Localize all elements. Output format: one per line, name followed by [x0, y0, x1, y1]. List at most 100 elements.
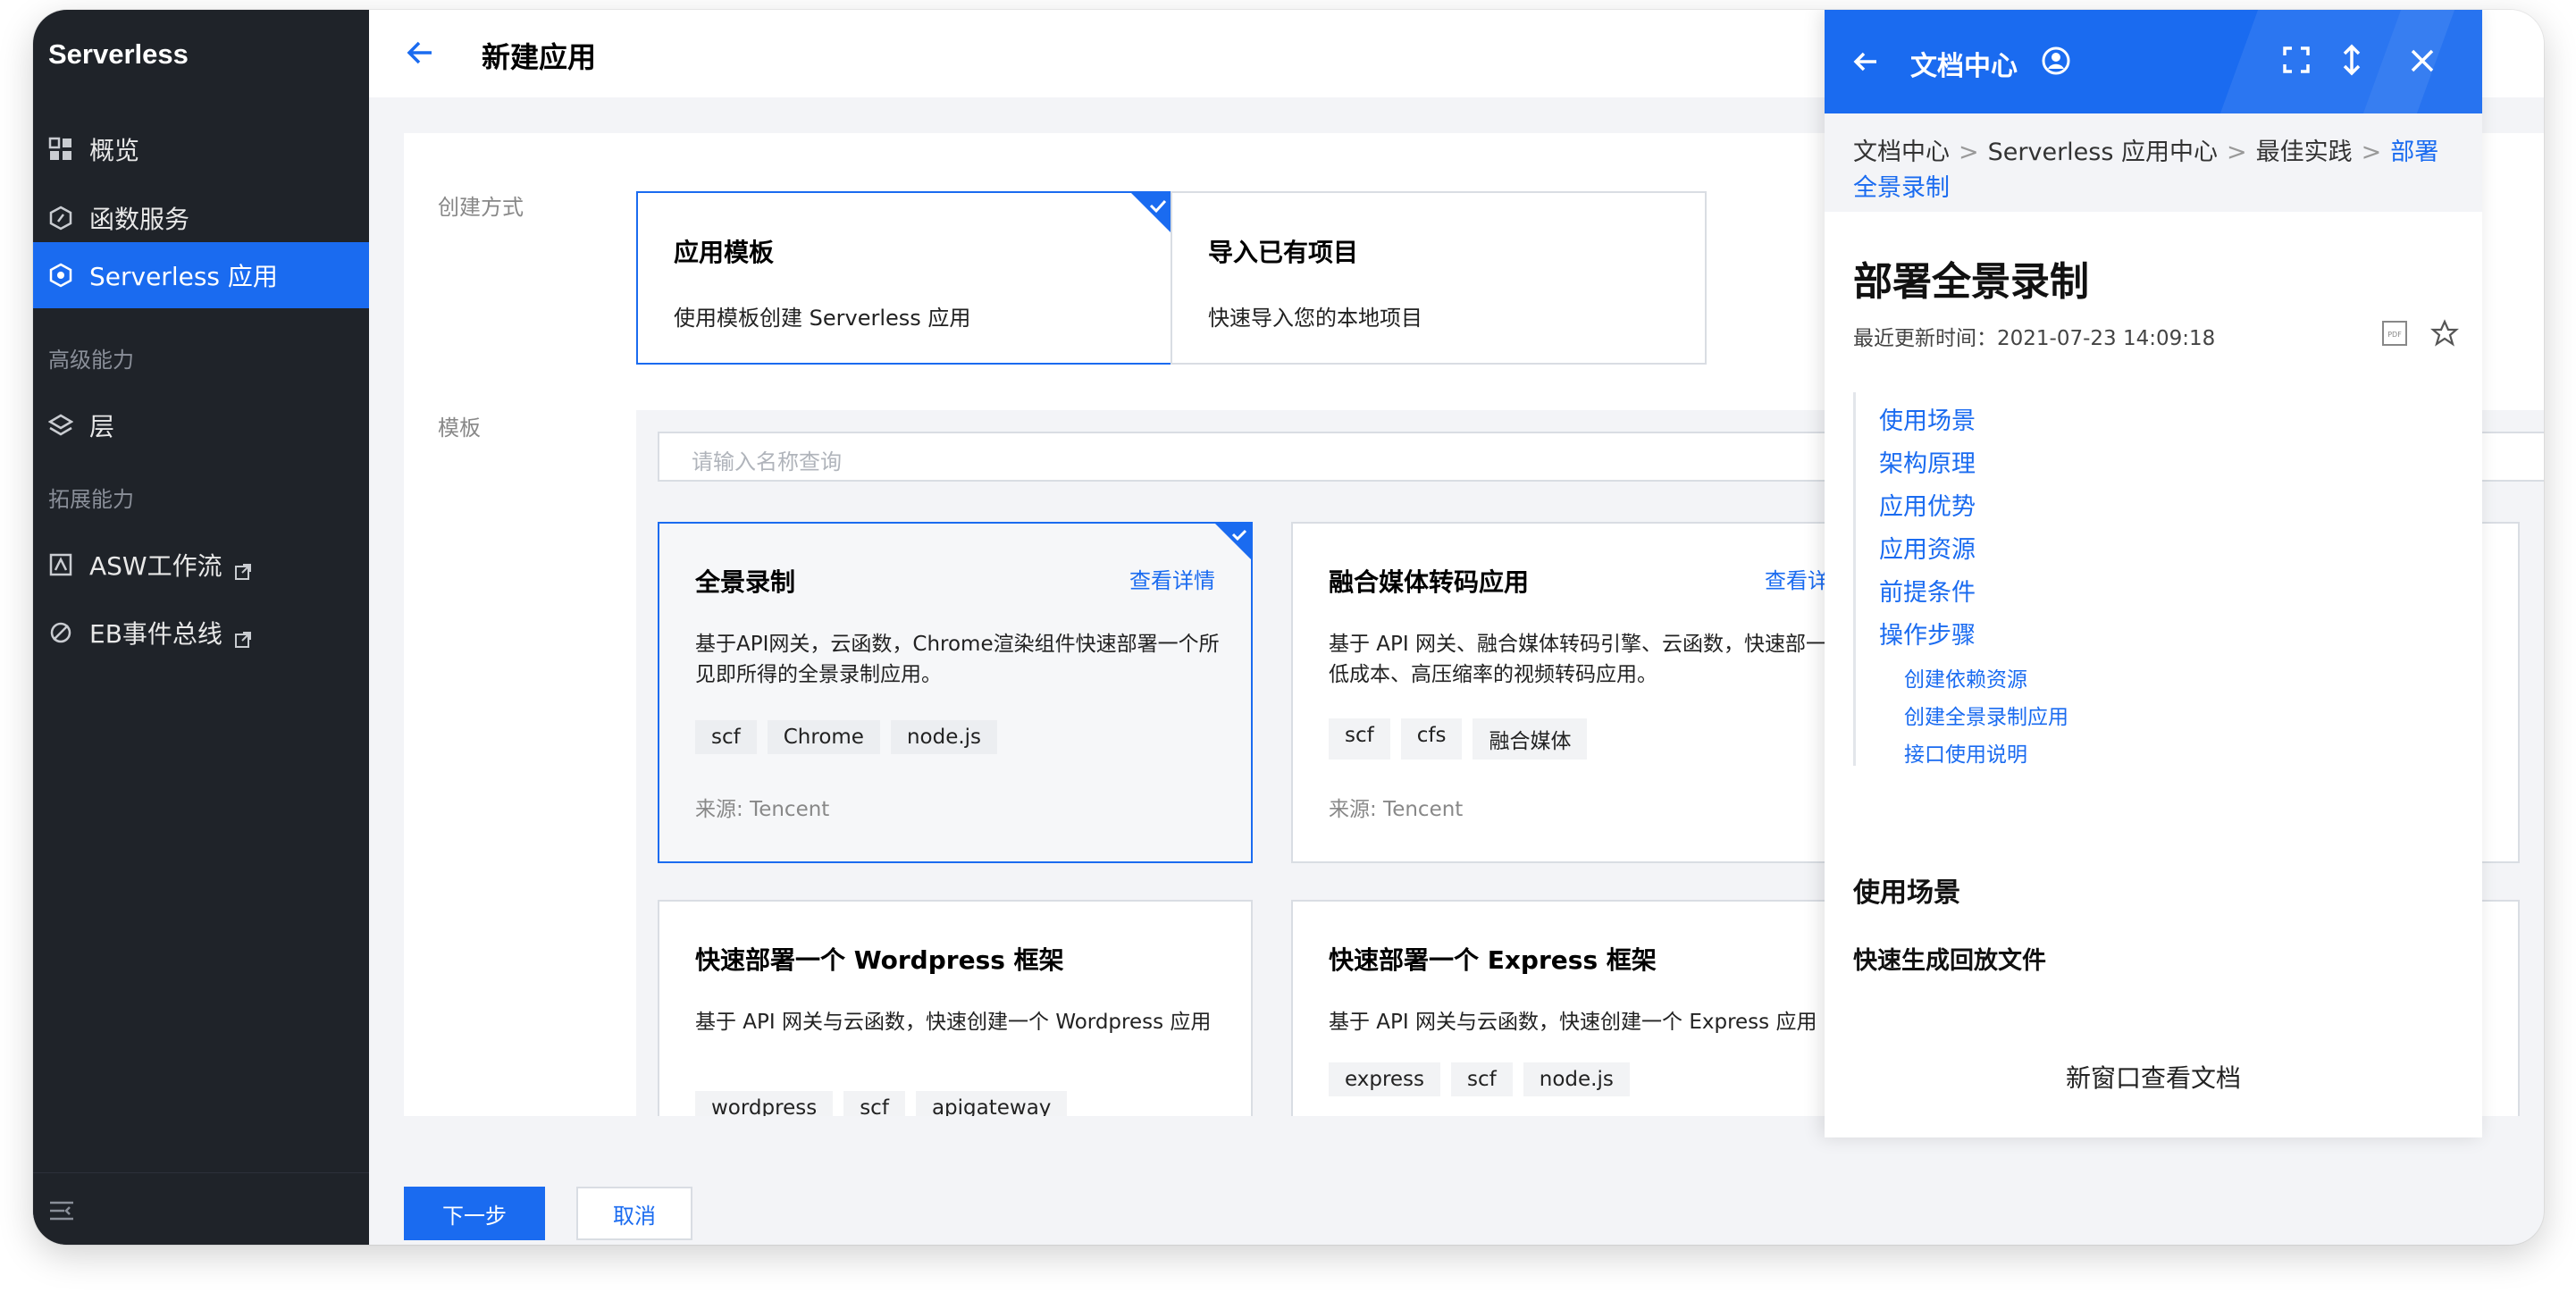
section-heading: 使用场景: [1853, 877, 1960, 909]
external-link-icon: [234, 557, 251, 580]
sidebar: Serverless 概览 函数服务 Serverless 应用 高级能力 层: [33, 10, 369, 1245]
toc-item[interactable]: 操作步骤: [1879, 616, 1976, 650]
toc-item[interactable]: 前提条件: [1879, 573, 1976, 608]
template-card-panorama[interactable]: 全景录制 查看详情 基于API网关，云函数，Chrome渲染组件快速部署一个所见…: [658, 522, 1253, 863]
tag-list: wordpress scf apigateway: [695, 1091, 1068, 1116]
resize-vertical-icon[interactable]: [2337, 44, 2366, 80]
sidebar-item-functions[interactable]: 函数服务: [33, 185, 369, 251]
template-title: 快速部署一个 Wordpress 框架: [695, 945, 1064, 975]
workflow-icon: [48, 552, 73, 577]
tag: express: [1329, 1062, 1441, 1096]
cancel-button[interactable]: 取消: [576, 1187, 692, 1240]
method-card-template[interactable]: 应用模板 使用模板创建 Serverless 应用: [636, 191, 1172, 365]
next-button[interactable]: 下一步: [404, 1187, 545, 1240]
search-placeholder: 请输入名称查询: [692, 449, 842, 474]
template-card-express[interactable]: 快速部署一个 Express 框架 基于 API 网关与云函数，快速创建一个 E…: [1291, 900, 1886, 1116]
star-icon[interactable]: [2430, 319, 2459, 348]
selected-check-icon: [1131, 193, 1171, 232]
method-desc: 使用模板创建 Serverless 应用: [674, 306, 971, 331]
toc-item[interactable]: 使用场景: [1879, 401, 1976, 436]
toc-subitem[interactable]: 创建依赖资源: [1904, 662, 2027, 692]
view-details-link[interactable]: 查看详: [1765, 563, 1829, 594]
function-icon: [48, 206, 73, 231]
sidebar-item-label: 概览: [89, 136, 140, 165]
sidebar-item-serverless-app[interactable]: Serverless 应用: [33, 242, 369, 308]
template-label: 模板: [438, 415, 481, 441]
method-label: 创建方式: [438, 195, 524, 220]
method-title: 导入已有项目: [1208, 238, 1359, 267]
method-title: 应用模板: [674, 238, 775, 267]
tag: scf: [1451, 1062, 1513, 1096]
template-title: 快速部署一个 Express 框架: [1329, 945, 1657, 975]
tag: Chrome: [767, 720, 880, 754]
svg-text:PDF: PDF: [2387, 331, 2402, 339]
template-source: 来源: Tencent: [695, 798, 830, 821]
brand-title: Serverless: [48, 38, 189, 70]
fullscreen-icon[interactable]: [2282, 46, 2311, 78]
toc-item[interactable]: 应用优势: [1879, 487, 1976, 522]
doc-header: 文档中心: [1825, 10, 2482, 113]
tag-list: scf cfs 融合媒体: [1329, 718, 1588, 760]
toc-subitem[interactable]: 创建全景录制应用: [1904, 700, 2068, 730]
template-desc: 基于 API 网关与云函数，快速创建一个 Wordpress 应用: [695, 1011, 1212, 1034]
pdf-icon[interactable]: PDF: [2380, 319, 2409, 348]
tag: node.js: [1523, 1062, 1630, 1096]
template-card-media-transcode[interactable]: 融合媒体转码应用 查看详 基于 API 网关、融合媒体转码引擎、云函数，快速部一…: [1291, 522, 1886, 863]
template-source: 来源: Tencent: [1329, 798, 1464, 821]
method-desc: 快速导入您的本地项目: [1208, 306, 1422, 331]
collapse-sidebar-icon[interactable]: [48, 1200, 75, 1225]
app-window: Serverless 概览 函数服务 Serverless 应用 高级能力 层: [33, 10, 2544, 1245]
toc-item[interactable]: 应用资源: [1879, 530, 1976, 565]
doc-panel-title: 文档中心: [1910, 51, 2018, 82]
template-desc: 基于API网关，云函数，Chrome渲染组件快速部署一个所见即所得的全景录制应用…: [695, 633, 1220, 686]
layers-icon: [47, 413, 74, 438]
event-bus-icon: [48, 620, 73, 645]
template-title: 融合媒体转码应用: [1329, 567, 1530, 597]
template-title: 全景录制: [695, 567, 796, 597]
sidebar-item-label: ASW工作流: [89, 551, 222, 581]
template-desc: 基于 API 网关、融合媒体转码引擎、云函数，快速部一个低成本、高压缩率的视频转…: [1329, 633, 1848, 686]
tag: scf: [843, 1091, 905, 1116]
tag: wordpress: [695, 1091, 834, 1116]
toc-item[interactable]: 架构原理: [1879, 444, 1976, 479]
breadcrumb-item[interactable]: 最佳实践: [2256, 138, 2353, 166]
sidebar-item-label: Serverless 应用: [89, 262, 278, 291]
toc-subitem[interactable]: 接口使用说明: [1904, 737, 2027, 768]
tag: scf: [695, 720, 757, 754]
grid-icon: [48, 137, 73, 162]
back-arrow-icon[interactable]: [405, 37, 437, 69]
subsection-heading: 快速生成回放文件: [1853, 947, 2046, 975]
tag: apigateway: [915, 1091, 1068, 1116]
sidebar-item-eventbridge[interactable]: EB事件总线: [33, 600, 369, 666]
sidebar-item-label: 函数服务: [89, 205, 190, 234]
external-link-icon: [234, 625, 251, 648]
doc-updated: 最近更新时间：2021-07-23 14:09:18: [1853, 327, 2216, 350]
user-icon[interactable]: [2041, 46, 2071, 80]
sidebar-item-label: 层: [89, 412, 115, 441]
sidebar-item-asw[interactable]: ASW工作流: [33, 532, 369, 598]
tag-list: express scf node.js: [1329, 1062, 1630, 1096]
template-desc: 基于 API 网关与云函数，快速创建一个 Express 应用: [1329, 1011, 1817, 1034]
back-arrow-icon[interactable]: [1851, 47, 1880, 80]
template-card-wordpress[interactable]: 快速部署一个 Wordpress 框架 基于 API 网关与云函数，快速创建一个…: [658, 900, 1253, 1116]
breadcrumb-item[interactable]: 文档中心: [1853, 138, 1950, 166]
sidebar-group-advanced: 高级能力: [48, 348, 134, 373]
doc-footer: 新窗口查看文档: [1825, 1037, 2482, 1137]
table-of-contents: 使用场景 架构原理 应用优势 应用资源 前提条件 操作步骤 创建依赖资源 创建全…: [1853, 392, 2428, 768]
open-new-window-link[interactable]: 新窗口查看文档: [1825, 1059, 2482, 1095]
tag-list: scf Chrome node.js: [695, 720, 998, 754]
sidebar-footer: [33, 1172, 369, 1245]
sidebar-item-label: EB事件总线: [89, 619, 222, 649]
tag: node.js: [890, 720, 998, 754]
method-card-import[interactable]: 导入已有项目 快速导入您的本地项目: [1171, 191, 1707, 365]
breadcrumb: 文档中心 > Serverless 应用中心 > 最佳实践 > 部署全景录制: [1825, 113, 2482, 212]
doc-panel: 文档中心 文档中心 > Serverless 应用中心 > 最佳实践 > 部署全景录制 部署…: [1825, 10, 2482, 1137]
tag: scf: [1329, 718, 1390, 760]
close-icon[interactable]: [2409, 47, 2436, 78]
sidebar-item-overview[interactable]: 概览: [33, 116, 369, 182]
selected-check-icon: [1215, 524, 1251, 559]
breadcrumb-item[interactable]: Serverless 应用中心: [1988, 138, 2218, 166]
sidebar-item-layers[interactable]: 层: [33, 392, 369, 458]
view-details-link[interactable]: 查看详情: [1129, 563, 1215, 594]
tag: cfs: [1400, 718, 1463, 760]
